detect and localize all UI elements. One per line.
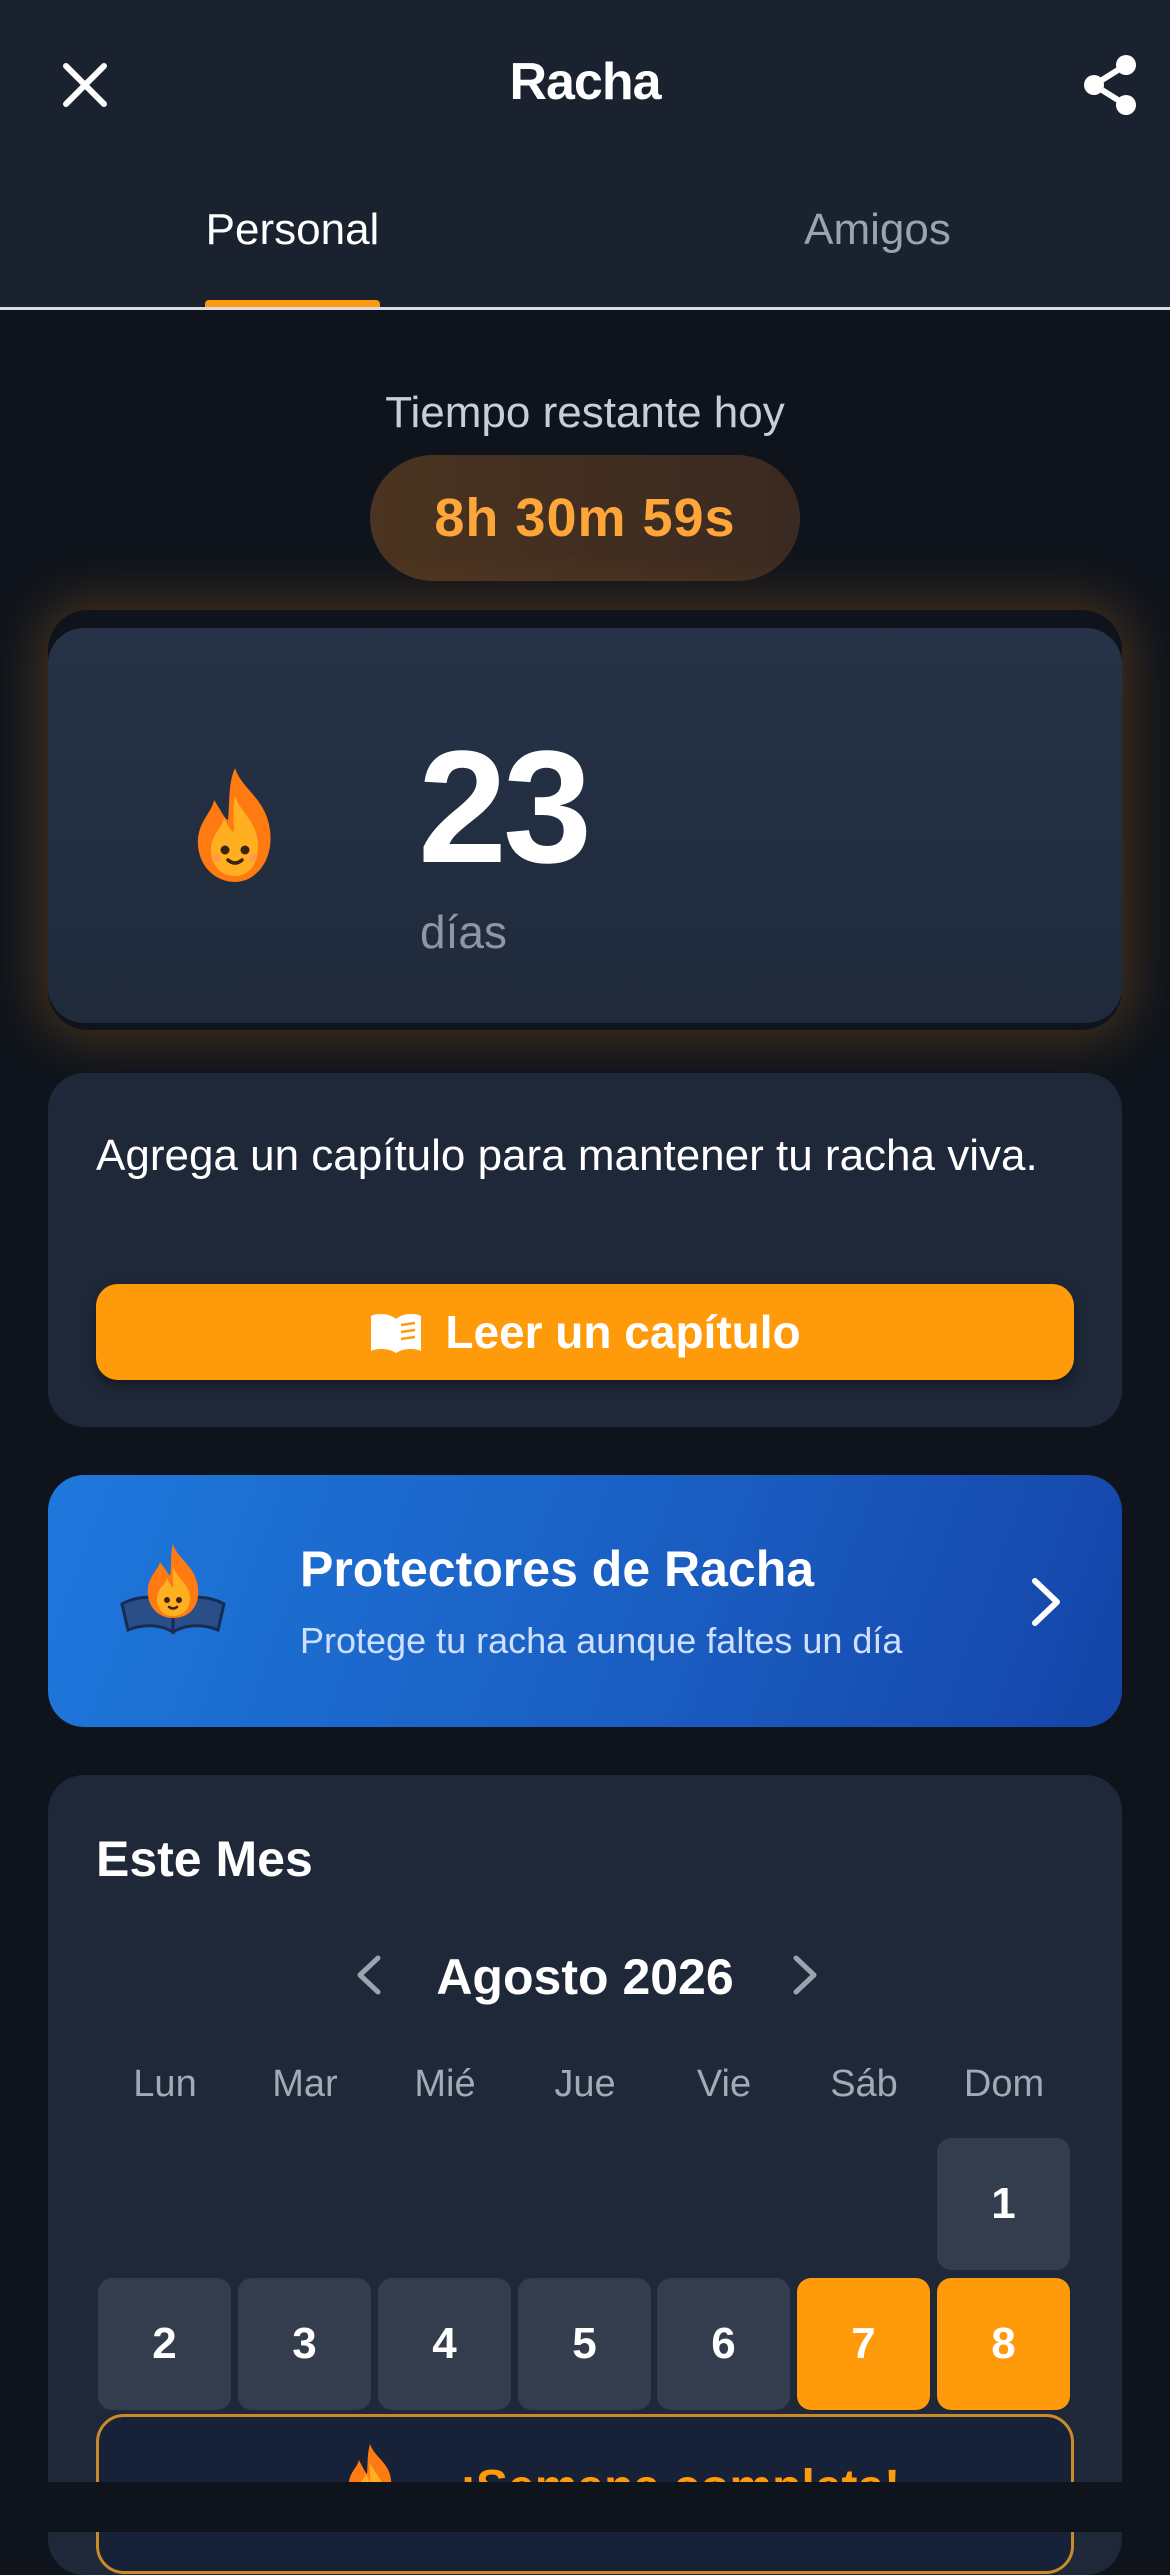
flame-icon: [197, 768, 271, 882]
read-chapter-label: Leer un capítulo: [445, 1306, 801, 1358]
calendar-day[interactable]: 6: [657, 2278, 790, 2410]
protectors-subtitle: Protege tu racha aunque faltes un día: [300, 1620, 903, 1661]
streak-count: 23: [418, 717, 592, 896]
month-section-title: Este Mes: [96, 1831, 313, 1887]
calendar-day-streak[interactable]: 8: [937, 2278, 1070, 2410]
weekday-label: Sáb: [830, 2063, 898, 2105]
chevron-right-icon[interactable]: [784, 1950, 824, 2000]
reminder-text: Agrega un capítulo para mantener tu rach…: [96, 1131, 1038, 1180]
month-label: Agosto 2026: [0, 1948, 1170, 2006]
streak-unit: días: [420, 906, 507, 958]
calendar-day[interactable]: 5: [518, 2278, 651, 2410]
weekday-label: Mar: [272, 2063, 338, 2105]
weekday-label: Jue: [554, 2063, 616, 2105]
weekday-label: Mié: [414, 2063, 476, 2105]
chevron-right-icon: [1032, 1578, 1060, 1626]
calendar-day[interactable]: 3: [238, 2278, 371, 2410]
calendar-day-streak[interactable]: 7: [797, 2278, 930, 2410]
tab-amigos[interactable]: Amigos: [585, 205, 1170, 255]
weekday-label: Dom: [963, 2063, 1045, 2105]
share-icon: [1084, 55, 1136, 115]
book-icon: [369, 1311, 423, 1353]
flame-book-icon: [120, 1544, 226, 1635]
time-remaining-label: Tiempo restante hoy: [385, 388, 785, 437]
calendar-day[interactable]: 2: [98, 2278, 231, 2410]
calendar-day[interactable]: 4: [378, 2278, 511, 2410]
share-button[interactable]: [1075, 50, 1145, 120]
tab-personal[interactable]: Personal: [0, 205, 585, 255]
page-title: Racha: [509, 53, 661, 111]
month-name: Agosto: [436, 1949, 609, 2005]
calendar-day[interactable]: 1: [937, 2138, 1070, 2270]
protectors-title: Protectores de Racha: [300, 1541, 815, 1597]
top-bar: [0, 0, 1170, 310]
weekday-label: Vie: [696, 2063, 752, 2105]
bottom-bar: [0, 2482, 1170, 2532]
header-divider: [0, 307, 1170, 310]
time-remaining-value: 8h 30m 59s: [370, 455, 800, 581]
weekday-label: Lun: [133, 2063, 197, 2105]
month-year: 2026: [622, 1949, 734, 2005]
read-chapter-button[interactable]: Leer un capítulo: [96, 1284, 1074, 1380]
